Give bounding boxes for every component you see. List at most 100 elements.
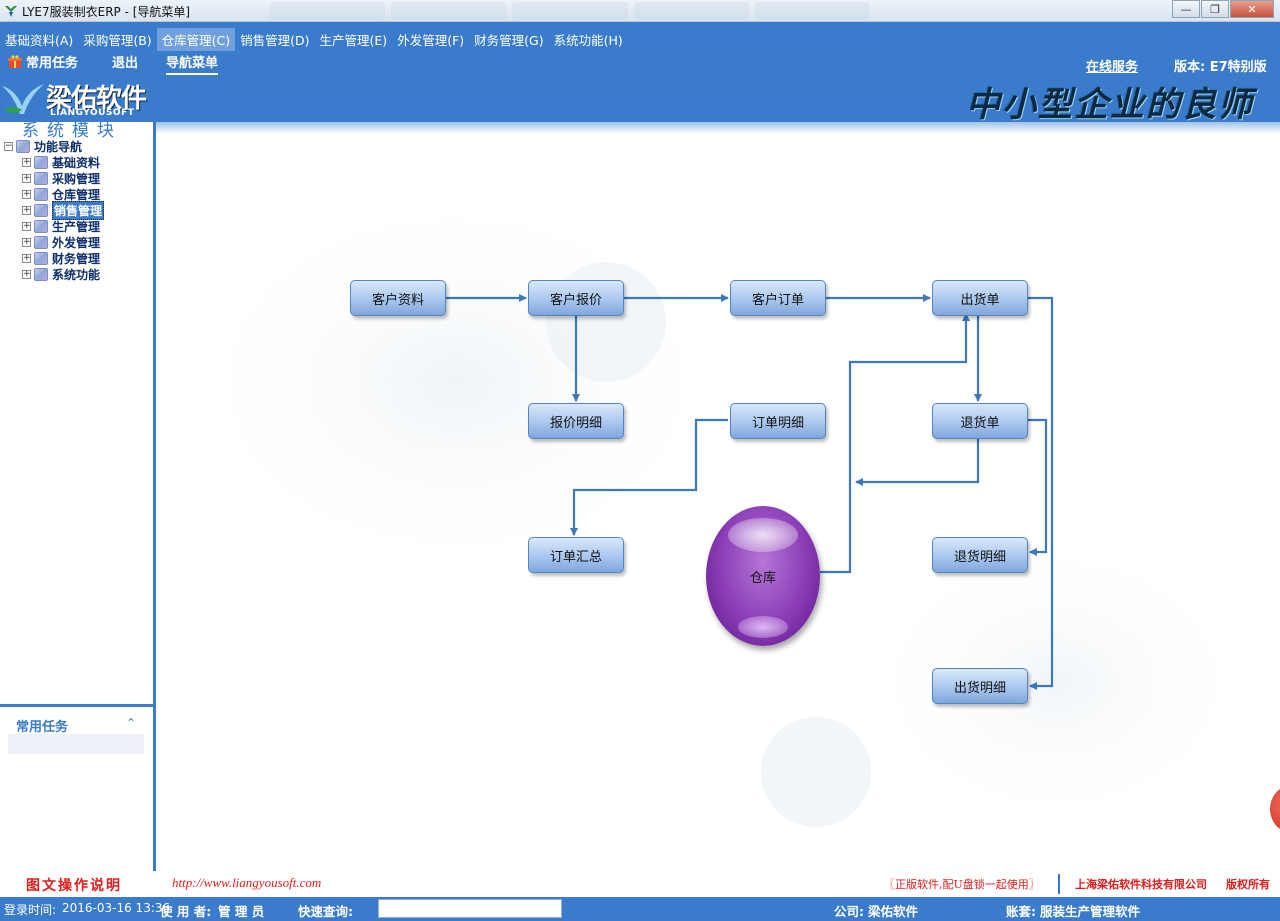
login-time-label: 登录时间: <box>4 903 57 917</box>
tree-item-purchase[interactable]: + 采购管理 <box>4 170 104 186</box>
menu-purchase[interactable]: 采购管理(B) <box>78 28 156 51</box>
bg-bubble <box>761 717 871 827</box>
menu-production[interactable]: 生产管理(E) <box>315 28 393 51</box>
sidebar: 系统模块 − 功能导航 + 基础资料 + 采购管理 + 仓库管理 + 销售管理 … <box>0 121 156 871</box>
module-icon <box>34 187 48 201</box>
gift-icon <box>8 54 22 68</box>
expand-icon[interactable]: + <box>22 253 31 263</box>
tree-item-label: 基础资料 <box>52 155 101 170</box>
expand-icon[interactable]: + <box>22 269 31 279</box>
window-title: LYE7服装制衣ERP - [导航菜单] <box>22 5 191 19</box>
company-value: 梁佑软件 <box>868 904 919 919</box>
node-quote-detail[interactable]: 报价明细 <box>528 403 624 439</box>
footer-divider <box>1058 874 1060 894</box>
sidebar-divider <box>0 704 153 707</box>
minimize-button[interactable]: — <box>1172 0 1200 18</box>
menu-basic-data[interactable]: 基础资料(A) <box>0 28 78 51</box>
tree-root[interactable]: − 功能导航 <box>4 138 104 154</box>
tree-item-finance[interactable]: + 财务管理 <box>4 250 104 266</box>
warehouse-label: 仓库 <box>749 570 776 586</box>
expand-icon[interactable]: + <box>22 189 31 199</box>
operation-guide-link[interactable]: 图文操作说明 <box>26 875 122 895</box>
module-icon <box>34 251 48 265</box>
version-label: 版本: E7特别版 <box>1174 60 1267 75</box>
node-return-order[interactable]: 退货单 <box>932 403 1028 439</box>
expand-icon[interactable]: + <box>22 173 31 183</box>
tree-item-label: 财务管理 <box>52 251 101 266</box>
close-button[interactable]: ✕ <box>1230 0 1274 18</box>
company-label: 公司: <box>834 904 864 919</box>
expand-icon[interactable]: + <box>22 157 31 167</box>
expand-icon[interactable]: + <box>22 237 31 247</box>
menu-bar: 基础资料(A) 采购管理(B) 仓库管理(C) 销售管理(D) 生产管理(E) … <box>0 28 628 51</box>
module-icon <box>34 171 48 185</box>
tree-item-system[interactable]: + 系统功能 <box>4 266 104 282</box>
tree-item-outsource[interactable]: + 外发管理 <box>4 234 104 250</box>
tree-item-label: 系统功能 <box>52 267 101 282</box>
common-tasks-label: 常用任务 <box>26 56 79 71</box>
nav-menu-tab[interactable]: 导航菜单 <box>166 52 219 75</box>
website-link[interactable]: http://www.liangyousoft.com <box>172 875 321 891</box>
tree-item-production[interactable]: + 生产管理 <box>4 218 104 234</box>
restore-button[interactable]: ❐ <box>1201 0 1229 18</box>
warehouse-gloss <box>738 616 788 638</box>
folder-icon <box>16 139 30 153</box>
tree-item-label: 采购管理 <box>52 171 101 186</box>
collapse-icon[interactable]: − <box>4 141 13 151</box>
tree-item-basic-data[interactable]: + 基础资料 <box>4 154 104 170</box>
node-warehouse[interactable]: 仓库 <box>706 506 820 646</box>
menu-finance[interactable]: 财务管理(G) <box>469 28 548 51</box>
exit-button[interactable]: 退出 <box>112 52 138 71</box>
chevron-up-icon[interactable]: ⌃ <box>126 716 136 730</box>
menu-warehouse[interactable]: 仓库管理(C) <box>156 28 236 51</box>
quick-search-label: 快速查询: <box>298 904 353 919</box>
user-value: 管 理 员 <box>218 904 265 919</box>
window-titlebar: LYE7服装制衣ERP - [导航菜单] — ❐ ✕ <box>0 0 1280 22</box>
flow-connectors <box>176 182 1256 832</box>
node-shipment-detail[interactable]: 出货明细 <box>932 668 1028 704</box>
module-icon <box>34 155 48 169</box>
license-notice: 〖正版软件,配U盘锁一起使用〗 <box>884 878 1040 891</box>
tree-item-label: 生产管理 <box>52 219 101 234</box>
app-header: 基础资料(A) 采购管理(B) 仓库管理(C) 销售管理(D) 生产管理(E) … <box>0 22 1280 174</box>
account-value: 服装生产管理软件 <box>1040 904 1141 919</box>
menu-sales[interactable]: 销售管理(D) <box>235 28 314 51</box>
background-taskbar-ghost <box>270 2 871 20</box>
module-icon <box>34 203 48 217</box>
node-return-detail[interactable]: 退货明细 <box>932 537 1028 573</box>
node-customer-info[interactable]: 客户资料 <box>350 280 446 316</box>
warehouse-gloss <box>728 518 798 552</box>
menu-outsource[interactable]: 外发管理(F) <box>392 28 469 51</box>
expand-icon[interactable]: + <box>22 221 31 231</box>
login-time-value: 2016-03-16 13:36 <box>62 901 171 915</box>
footer-rights: 版权所有 <box>1226 878 1270 891</box>
tree-item-label: 外发管理 <box>52 235 101 250</box>
node-order-summary[interactable]: 订单汇总 <box>528 537 624 573</box>
footer-company: 上海梁佑软件科技有限公司 <box>1075 878 1207 891</box>
tree-item-sales[interactable]: + 销售管理 <box>4 200 105 220</box>
logo-mark-icon <box>2 84 44 114</box>
node-customer-quote[interactable]: 客户报价 <box>528 280 624 316</box>
module-icon <box>34 219 48 233</box>
expand-icon[interactable]: + <box>22 205 31 215</box>
account-label: 账套: <box>1006 904 1036 919</box>
common-tasks-panel-title: 常用任务 <box>16 720 69 735</box>
quick-search-input[interactable] <box>378 899 562 918</box>
module-icon <box>34 267 48 281</box>
bg-swirl <box>176 182 736 582</box>
common-tasks-button[interactable]: 常用任务 <box>8 52 78 71</box>
menu-system[interactable]: 系统功能(H) <box>549 28 628 51</box>
navigation-canvas: 客户资料 客户报价 客户订单 出货单 报价明细 订单明细 退货单 订单汇总 退货… <box>156 122 1280 871</box>
app-logo-icon <box>5 6 17 17</box>
module-icon <box>34 235 48 249</box>
footer-bar: 图文操作说明 http://www.liangyousoft.com 〖正版软件… <box>0 871 1280 897</box>
bg-swirl <box>856 532 1256 832</box>
common-tasks-list[interactable] <box>8 734 144 754</box>
node-order-detail[interactable]: 订单明细 <box>730 403 826 439</box>
online-service-link[interactable]: 在线服务 <box>1086 56 1138 75</box>
nav-menu-label: 导航菜单 <box>166 56 219 71</box>
tree-root-label: 功能导航 <box>34 139 83 154</box>
user-label: 使 用 者: <box>160 904 212 919</box>
node-customer-order[interactable]: 客户订单 <box>730 280 826 316</box>
node-shipment[interactable]: 出货单 <box>932 280 1028 316</box>
